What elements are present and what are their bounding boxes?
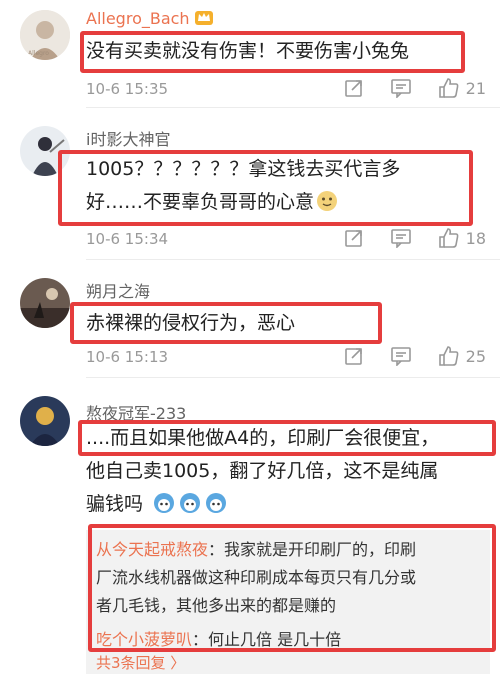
comment-icon	[390, 228, 412, 248]
comment-line: 骗钱吗	[86, 493, 144, 515]
username[interactable]: i时影大神官	[86, 126, 170, 150]
like-icon	[438, 345, 460, 367]
comment-text: ....而且如果他做A4的，印刷厂会很便宜， 他自己卖1005，翻了好几倍，这不…	[86, 422, 439, 521]
comment-text: 赤裸裸的侵权行为，恶心	[86, 307, 295, 340]
share-icon	[344, 78, 364, 98]
comment-line: 赤裸裸的侵权行为，恶心	[86, 312, 296, 334]
like-button[interactable]: 21	[438, 77, 486, 99]
comment-text: 1005？？？？？？拿这钱去买代言多 好……不要辜负哥哥的心意	[86, 153, 400, 219]
avatar[interactable]: Allegro	[20, 10, 70, 60]
comment-time: 10-6 15:13	[86, 348, 169, 366]
username[interactable]: Allegro_Bach	[86, 8, 214, 28]
comment-icon	[390, 346, 412, 366]
comment-line: ....而且如果他做A4的，印刷厂会很便宜，	[86, 427, 440, 449]
share-button[interactable]	[344, 78, 364, 98]
comment-actions: 21	[318, 76, 486, 100]
more-replies-link[interactable]: 共3条回复 〉	[96, 652, 185, 673]
comment-text: 没有买卖就没有伤害！不要伤害小兔兔	[86, 35, 409, 68]
comment-line-3: 骗钱吗	[86, 488, 439, 521]
like-button[interactable]: 25	[438, 345, 486, 367]
share-button[interactable]	[344, 346, 364, 366]
avatar[interactable]	[20, 396, 70, 446]
share-button[interactable]	[344, 228, 364, 248]
share-icon	[344, 346, 364, 366]
comment-button[interactable]	[390, 228, 412, 248]
like-count: 18	[465, 228, 486, 248]
highlight-box	[88, 524, 496, 652]
comment-actions: 25	[318, 344, 486, 368]
emoji-icon	[179, 492, 201, 514]
like-icon	[438, 77, 460, 99]
comment-1: Allegro Allegro_Bach 没有买卖就没有伤害！不要伤害小兔兔 1…	[0, 0, 500, 108]
avatar[interactable]	[20, 278, 70, 328]
like-count: 21	[465, 78, 486, 98]
comment-3: 朔月之海 赤裸裸的侵权行为，恶心 10-6 15:13 25	[0, 260, 500, 378]
comment-line: 好……不要辜负哥哥的心意	[86, 191, 315, 213]
like-button[interactable]: 18	[438, 227, 486, 249]
comment-time: 10-6 15:35	[86, 80, 169, 98]
like-icon	[438, 227, 460, 249]
comment-actions: 18	[318, 226, 486, 250]
emoji-icon	[316, 190, 338, 212]
comment-time: 10-6 15:34	[86, 230, 169, 248]
share-icon	[344, 228, 364, 248]
comment-button[interactable]	[390, 78, 412, 98]
comment-line: 1005？？？？？？拿这钱去买代言多	[86, 158, 401, 180]
comment-4: 熬夜冠军-233 ....而且如果他做A4的，印刷厂会很便宜， 他自己卖1005…	[0, 378, 500, 674]
comment-line: 没有买卖就没有伤害！不要伤害小兔兔	[86, 40, 410, 62]
emoji-icon	[153, 492, 175, 514]
comment-button[interactable]	[390, 346, 412, 366]
svg-text:Allegro: Allegro	[28, 50, 49, 57]
emoji-icon	[205, 492, 227, 514]
comment-2: i时影大神官 1005？？？？？？拿这钱去买代言多 好……不要辜负哥哥的心意 1…	[0, 108, 500, 260]
comment-line: 他自己卖1005，翻了好几倍，这不是纯属	[86, 460, 439, 482]
like-count: 25	[465, 346, 486, 366]
crown-badge-icon	[194, 8, 214, 26]
username[interactable]: 朔月之海	[86, 278, 150, 302]
username-text[interactable]: Allegro_Bach	[86, 9, 190, 28]
comment-icon	[390, 78, 412, 98]
comment-line-2: 好……不要辜负哥哥的心意	[86, 186, 400, 219]
